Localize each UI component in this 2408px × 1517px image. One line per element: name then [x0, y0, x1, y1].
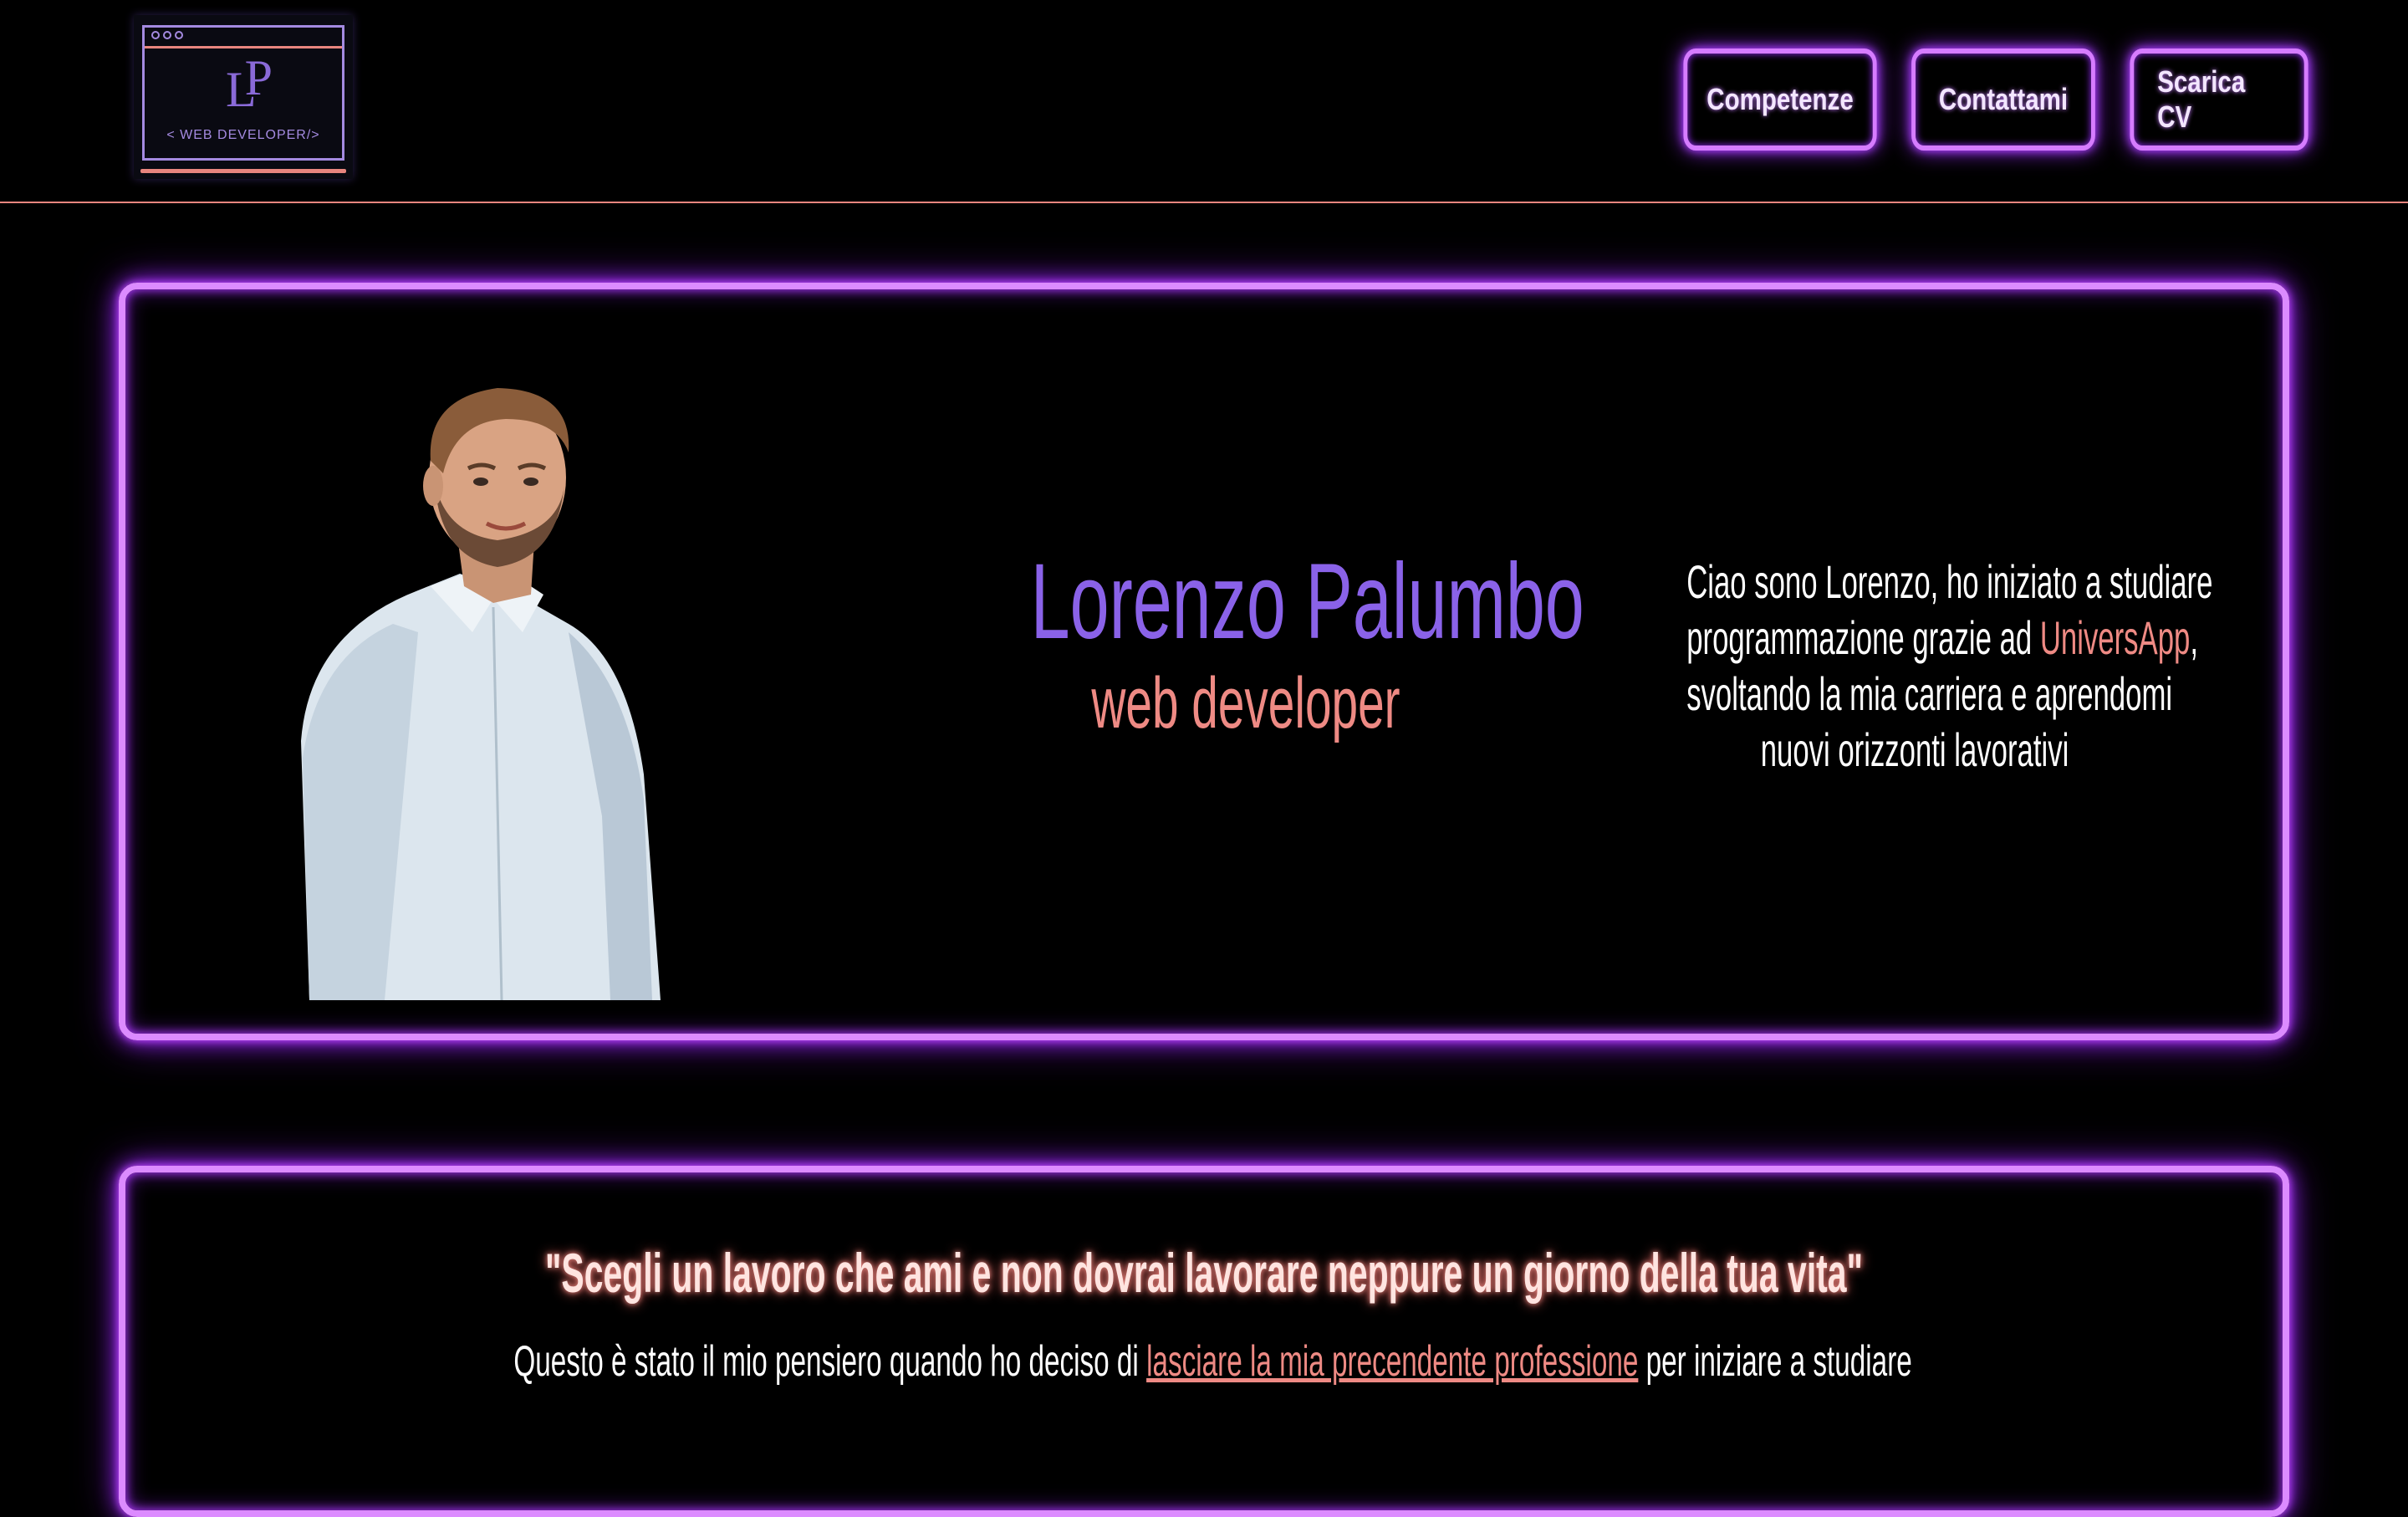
contattami-button[interactable]: Contattami — [1911, 49, 2095, 151]
bio-line: Ciao sono Lorenzo, ho iniziato a studiar… — [1686, 555, 2213, 608]
site-logo[interactable]: LP < WEB DEVELOPER/> — [134, 15, 353, 179]
hero-card: Lorenzo Palumbo web developer Ciao sono … — [119, 283, 2289, 1040]
logo-title-bar — [145, 46, 342, 49]
nav-buttons: Competenze Contattami Scarica CV — [1662, 49, 2328, 151]
quote-title: "Scegli un lavoro che ami e non dovrai l… — [545, 1242, 1863, 1304]
profile-photo — [301, 388, 661, 1000]
bio-line: nuovi orizzonti lavorativi — [1760, 723, 2069, 776]
hero-title-block: Lorenzo Palumbo web developer — [920, 542, 1584, 743]
quote-body: Questo è stato il mio pensiero quando ho… — [513, 1337, 1912, 1386]
logo-window-dots — [151, 31, 183, 39]
bio-line: programmazione grazie ad UniversApp, — [1686, 611, 2198, 664]
logo-monogram: LP — [225, 50, 273, 117]
hero-role: web developer — [1091, 663, 1400, 743]
logo-window-frame: LP < WEB DEVELOPER/> — [142, 25, 344, 161]
universapp-highlight: UniversApp — [2039, 611, 2191, 664]
previous-profession-link[interactable]: lasciare la mia precendente professione — [1146, 1337, 1638, 1386]
logo-underline — [140, 169, 346, 173]
logo-tagline: < WEB DEVELOPER/> — [166, 128, 320, 142]
quote-card: "Scegli un lavoro che ami e non dovrai l… — [119, 1166, 2289, 1517]
bio-line: svoltando la mia carriera e aprendomi — [1686, 667, 2173, 720]
scarica-cv-button[interactable]: Scarica CV — [2130, 49, 2309, 151]
hero-name: Lorenzo Palumbo — [1030, 542, 1584, 661]
hero-bio: Ciao sono Lorenzo, ho iniziato a studiar… — [1547, 554, 2283, 778]
competenze-button[interactable]: Competenze — [1683, 49, 1877, 151]
navbar: LP < WEB DEVELOPER/> Competenze Contatta… — [0, 0, 2408, 203]
